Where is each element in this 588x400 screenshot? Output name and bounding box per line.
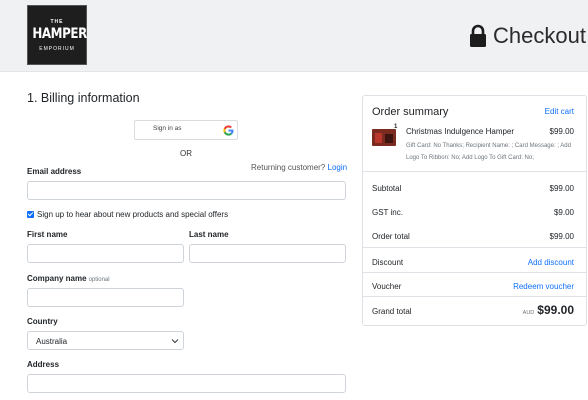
newsletter-label: Sign up to hear about new products and s…	[37, 210, 229, 219]
voucher-label: Voucher	[372, 282, 402, 291]
divider	[363, 272, 586, 273]
company-label: Company name optional	[27, 274, 110, 283]
last-name-label: Last name	[189, 230, 229, 239]
item-name: Christmas Indulgence Hamper	[406, 127, 515, 136]
lock-icon	[470, 24, 487, 47]
gst-value: $9.00	[553, 208, 574, 217]
order-summary-panel: Order summary Edit cart 1 Christmas Indu…	[362, 95, 587, 326]
item-options: Gift Card: No Thanks; Recipient Name: ; …	[406, 143, 571, 161]
returning-text: Returning customer?	[251, 163, 326, 172]
or-divider: OR	[180, 149, 192, 158]
divider	[363, 296, 586, 297]
grand-total-value: $99.00	[537, 303, 574, 317]
google-signin-label: Sign in as	[153, 125, 182, 132]
country-value: Australia	[36, 337, 68, 346]
last-name-field[interactable]	[189, 244, 346, 263]
first-name-field[interactable]	[27, 244, 184, 263]
country-label: Country	[27, 317, 58, 326]
returning-customer: Returning customer? Login	[251, 163, 347, 172]
grand-total-label: Grand total	[372, 307, 412, 316]
email-field[interactable]	[27, 181, 346, 200]
email-label: Email address	[27, 167, 82, 176]
logo-line-1: THE	[50, 19, 64, 25]
order-total-value: $99.00	[549, 232, 574, 241]
order-summary-heading: Order summary	[372, 106, 449, 118]
billing-heading: 1. Billing information	[27, 91, 140, 105]
logo-line-3: EMPORIUM	[39, 46, 75, 52]
address-field[interactable]	[27, 374, 346, 393]
header-bar: THE HAMPER EMPORIUM Checkout	[0, 0, 588, 72]
first-name-label: First name	[27, 230, 68, 239]
chevron-down-icon	[171, 339, 179, 344]
address-label: Address	[27, 360, 60, 369]
redeem-voucher-link[interactable]: Redeem voucher	[513, 282, 574, 291]
login-link[interactable]: Login	[328, 163, 348, 172]
divider	[363, 171, 586, 172]
country-select[interactable]: Australia	[27, 331, 184, 350]
gst-label: GST inc.	[372, 208, 403, 217]
checkout-title-group: Checkout	[469, 22, 586, 50]
logo-line-2: HAMPER	[32, 26, 87, 42]
store-logo[interactable]: THE HAMPER EMPORIUM	[27, 5, 87, 65]
company-label-text: Company name	[27, 274, 87, 283]
order-total-label: Order total	[372, 232, 410, 241]
google-g-icon	[223, 125, 234, 136]
edit-cart-link[interactable]: Edit cart	[545, 107, 574, 116]
subtotal-label: Subtotal	[372, 184, 402, 193]
subtotal-value: $99.00	[549, 184, 574, 193]
optional-tag: optional	[88, 277, 110, 283]
grand-total: AUD $99.00	[523, 303, 574, 317]
newsletter-option[interactable]: Sign up to hear about new products and s…	[27, 210, 228, 219]
item-price: $99.00	[549, 127, 574, 136]
google-signin-button[interactable]: Sign in as	[134, 120, 238, 140]
product-thumbnail	[372, 129, 396, 146]
add-discount-link[interactable]: Add discount	[528, 258, 574, 267]
page-title: Checkout	[493, 23, 586, 48]
newsletter-checkbox[interactable]	[27, 211, 34, 218]
item-quantity: 1	[394, 124, 398, 130]
currency-code: AUD	[522, 310, 535, 316]
divider	[363, 247, 586, 248]
company-field[interactable]	[27, 288, 184, 307]
discount-label: Discount	[372, 258, 404, 267]
